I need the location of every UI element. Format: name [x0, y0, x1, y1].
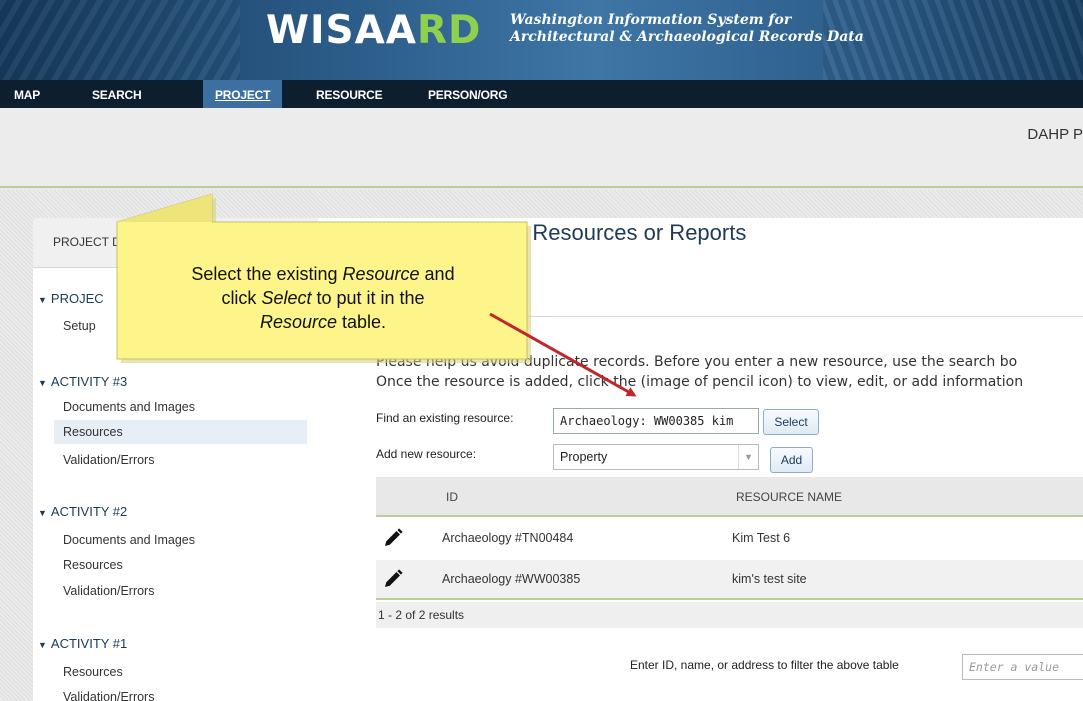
column-header-id[interactable]: ID	[446, 490, 458, 504]
caret-down-icon: ▼	[38, 640, 47, 650]
sidebar-item-validation-errors[interactable]: Validation/Errors	[63, 584, 154, 598]
page-subheader: DAHP P	[0, 108, 1083, 188]
nav-map[interactable]: MAP	[14, 80, 40, 108]
table-header: ID RESOURCE NAME	[376, 477, 1083, 517]
chevron-down-icon[interactable]: ▼	[738, 445, 758, 469]
resource-id[interactable]: Archaeology #WW00385	[442, 572, 580, 586]
sidebar-section-activity-1[interactable]: ▼ ACTIVITY #1	[38, 636, 127, 651]
pencil-edit-icon[interactable]	[380, 568, 404, 592]
nav-search[interactable]: SEARCH	[92, 80, 142, 108]
table-row: Archaeology #WW00385 kim's test site	[376, 560, 1083, 600]
nav-person-org[interactable]: PERSON/ORG	[428, 80, 508, 108]
sidebar-item-resources[interactable]: Resources	[63, 665, 123, 679]
site-banner: WISAARD Washington Information System fo…	[0, 0, 1083, 80]
page-title: DAHP P	[1027, 126, 1083, 143]
find-resource-label: Find an existing resource:	[376, 411, 514, 425]
section-heading: d/Edit Resources or Reports	[470, 220, 747, 245]
nav-project[interactable]: PROJECT	[203, 80, 283, 108]
site-tagline: Washington Information System for Archit…	[510, 12, 864, 45]
banner-texture-left	[0, 0, 240, 80]
filter-label: Enter ID, name, or address to filter the…	[630, 658, 899, 672]
sidebar-header[interactable]: PROJECT D	[33, 218, 318, 268]
sidebar-section-activity-3[interactable]: ▼ ACTIVITY #3	[38, 374, 127, 389]
pencil-edit-icon[interactable]	[380, 527, 404, 551]
filter-input[interactable]: Enter a value	[962, 654, 1083, 680]
nav-resource[interactable]: RESOURCE	[316, 80, 383, 108]
resource-name: kim's test site	[732, 572, 807, 586]
resource-id[interactable]: Archaeology #TN00484	[442, 531, 573, 545]
caret-down-icon: ▼	[38, 508, 47, 518]
sidebar-section-activity-2[interactable]: ▼ ACTIVITY #2	[38, 504, 127, 519]
sidebar-item-documents-images[interactable]: Documents and Images	[63, 533, 195, 547]
sidebar-item-documents-images[interactable]: Documents and Images	[63, 400, 195, 414]
resource-name: Kim Test 6	[732, 531, 791, 545]
select-button[interactable]: Select	[763, 409, 819, 435]
sidebar-section-project[interactable]: ▼ PROJEC	[38, 291, 104, 306]
wisaard-logo[interactable]: WISAARD	[266, 8, 481, 53]
sidebar-item-validation-errors[interactable]: Validation/Errors	[63, 690, 154, 701]
column-header-resource-name[interactable]: RESOURCE NAME	[736, 490, 842, 504]
help-text-line-2: Once the resource is added, click the (i…	[376, 374, 1024, 390]
resource-type-select[interactable]: Property ▼	[553, 444, 759, 470]
main-nav: MAP SEARCH PROJECT RESOURCE PERSON/ORG	[0, 80, 1083, 108]
help-text-line-1: Please help us avoid duplicate records. …	[376, 354, 1018, 370]
sidebar-item-validation-errors[interactable]: Validation/Errors	[63, 453, 154, 467]
find-resource-input[interactable]: Archaeology: WW00385 kim	[553, 408, 759, 434]
add-resource-label: Add new resource:	[376, 447, 477, 461]
sidebar-item-setup[interactable]: Setup	[63, 319, 96, 333]
caret-down-icon: ▼	[38, 295, 47, 305]
caret-down-icon: ▼	[38, 378, 47, 388]
table-row: Archaeology #TN00484 Kim Test 6	[376, 519, 1083, 559]
callout-instruction: Select the existing Resource and click S…	[191, 264, 455, 332]
results-count: 1 - 2 of 2 results	[376, 602, 1083, 628]
sidebar-item-resources[interactable]: Resources	[63, 558, 123, 572]
sidebar-item-resources-selected[interactable]: Resources	[54, 420, 307, 444]
add-button[interactable]: Add	[770, 447, 813, 473]
